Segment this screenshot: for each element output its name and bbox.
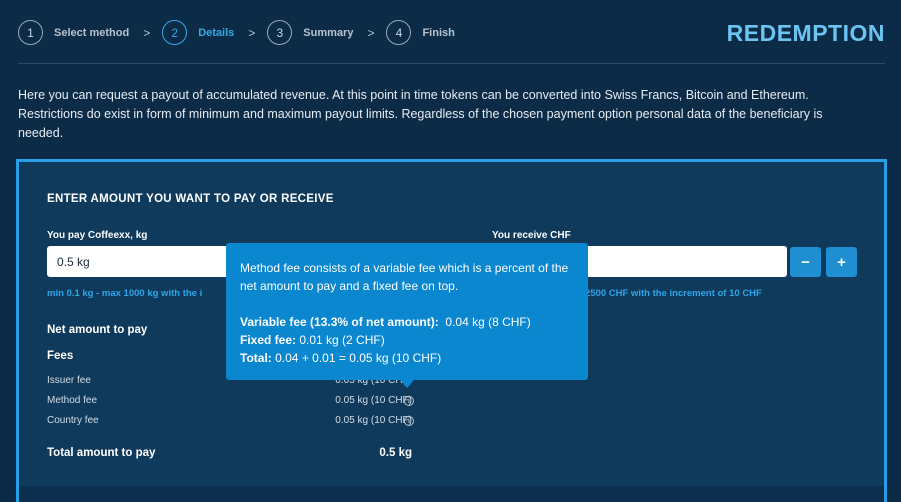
step-number: 4: [386, 20, 412, 45]
tooltip-fixed-value: 0.01 kg (2 CHF): [299, 333, 385, 347]
step-finish[interactable]: 4 Finish: [386, 20, 455, 45]
stepper: 1 Select method > 2 Details > 3 Summary …: [18, 20, 455, 45]
card-footer: [19, 486, 884, 502]
method-fee-info-icon[interactable]: i: [404, 396, 414, 406]
pay-label: You pay Coffeexx, kg: [47, 230, 148, 241]
step-number: 2: [162, 20, 188, 45]
total-amount-value: 0.5 kg: [379, 447, 412, 459]
step-label: Select method: [54, 26, 130, 39]
page-title: REDEMPTION: [726, 20, 885, 46]
tooltip-total-label: Total:: [240, 351, 272, 365]
tooltip-fixed-fee: Fixed fee: 0.01 kg (2 CHF): [240, 331, 574, 349]
step-number: 1: [18, 20, 43, 45]
country-fee-value: 0.05 kg (10 CHF): [335, 415, 412, 426]
net-amount-label: Net amount to pay: [47, 324, 148, 336]
increment-button[interactable]: +: [826, 247, 857, 277]
tooltip-total: Total: 0.04 + 0.01 = 0.05 kg (10 CHF): [240, 349, 574, 367]
header: 1 Select method > 2 Details > 3 Summary …: [18, 20, 885, 46]
step-separator: >: [367, 25, 375, 40]
method-fee-value: 0.05 kg (10 CHF): [335, 395, 412, 406]
step-label: Summary: [303, 26, 354, 39]
method-fee-label: Method fee: [47, 395, 98, 406]
step-summary[interactable]: 3 Summary >: [267, 20, 386, 45]
step-details[interactable]: 2 Details >: [162, 20, 267, 45]
step-separator: >: [248, 25, 256, 40]
tooltip-variable-value: 0.04 kg (8 CHF): [445, 315, 531, 329]
tooltip-variable-fee: Variable fee (13.3% of net amount): 0.04…: [240, 313, 574, 331]
header-divider: [18, 63, 885, 64]
step-select-method[interactable]: 1 Select method >: [18, 20, 162, 45]
tooltip-description: Method fee consists of a variable fee wh…: [240, 261, 569, 293]
step-label: Finish: [422, 26, 455, 39]
country-fee-label: Country fee: [47, 415, 99, 426]
card-title: ENTER AMOUNT YOU WANT TO PAY OR RECEIVE: [47, 193, 334, 205]
step-label: Details: [198, 26, 235, 39]
tooltip-total-value: 0.04 + 0.01 = 0.05 kg (10 CHF): [275, 351, 442, 365]
tooltip-arrow: [400, 380, 414, 388]
tooltip-fixed-label: Fixed fee:: [240, 333, 297, 347]
total-amount-label: Total amount to pay: [47, 447, 156, 459]
step-number: 3: [267, 20, 293, 45]
issuer-fee-label: Issuer fee: [47, 375, 91, 386]
country-fee-info-icon[interactable]: i: [404, 416, 414, 426]
decrement-button[interactable]: −: [790, 247, 821, 277]
pay-hint: min 0.1 kg - max 1000 kg with the i: [47, 288, 203, 299]
method-fee-tooltip: Method fee consists of a variable fee wh…: [226, 243, 588, 380]
intro-text: Here you can request a payout of accumul…: [18, 88, 823, 140]
receive-hint: 2500 CHF with the increment of 10 CHF: [585, 288, 762, 299]
step-separator: >: [143, 25, 151, 40]
fees-label: Fees: [47, 350, 74, 362]
receive-label: You receive CHF: [492, 230, 571, 241]
tooltip-variable-label: Variable fee (13.3% of net amount):: [240, 315, 439, 329]
